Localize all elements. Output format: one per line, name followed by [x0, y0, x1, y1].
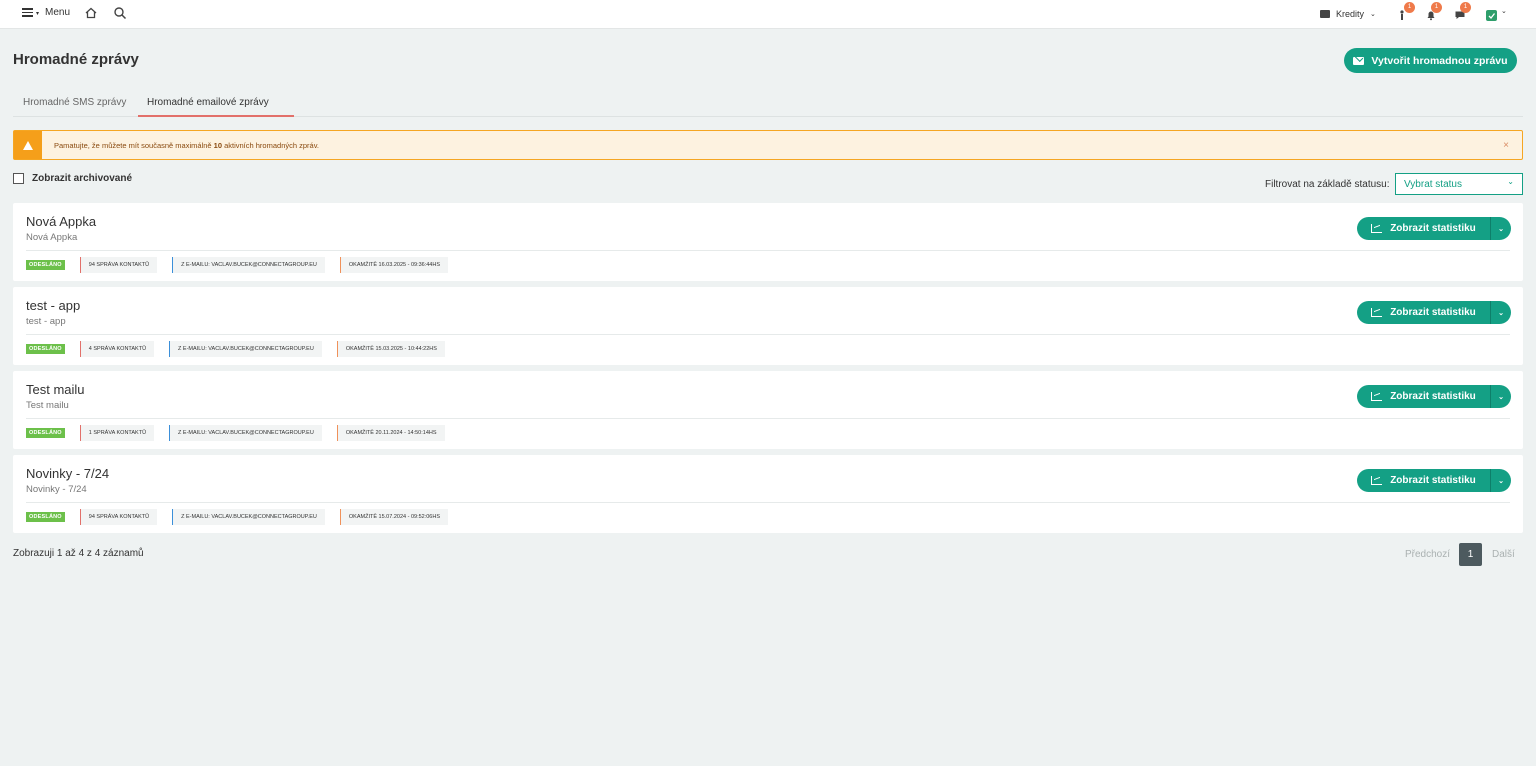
divider — [26, 250, 1510, 251]
messages-badge: 1 — [1460, 2, 1471, 13]
close-icon[interactable]: × — [1503, 140, 1509, 151]
wallet-icon — [1320, 10, 1330, 18]
message-subtitle: Test mailu — [26, 400, 69, 411]
message-card: Test mailu Test mailu ODESLÁNO 1 SPRÁVA … — [13, 371, 1523, 449]
status-filter-select[interactable]: Vybrat status ⌄ — [1395, 173, 1523, 195]
message-subtitle: Novinky - 7/24 — [26, 484, 87, 495]
contacts-chip: 1 SPRÁVA KONTAKTŮ — [79, 425, 155, 441]
message-meta: ODESLÁNO 94 SPRÁVA KONTAKTŮ Z E-MAILU: V… — [26, 257, 448, 273]
statistics-label: Zobrazit statistiku — [1390, 391, 1476, 402]
user-badge: 1 — [1404, 2, 1415, 13]
chart-icon — [1371, 308, 1383, 317]
message-subtitle: Nová Appka — [26, 232, 78, 243]
time-chip: OKAMŽITĚ 15.03.2025 - 10:44:22HS — [336, 341, 445, 357]
message-title[interactable]: Nová Appka — [26, 214, 96, 229]
alert-text: Pamatujte, že můžete mít současně maximá… — [54, 141, 319, 150]
user-button[interactable]: 1 — [1398, 2, 1415, 20]
records-info: Zobrazuji 1 až 4 z 4 záznamů — [13, 548, 144, 559]
status-badge: ODESLÁNO — [26, 260, 65, 270]
caret-icon: ▾ — [36, 11, 40, 17]
show-archived-checkbox[interactable]: Zobrazit archivované — [13, 173, 132, 184]
tab-sms[interactable]: Hromadné SMS zprávy — [23, 97, 126, 108]
chart-icon — [1371, 476, 1383, 485]
menu-label: Menu — [45, 7, 71, 18]
status-badge: ODESLÁNO — [26, 512, 65, 522]
status-filter-value: Vybrat status — [1404, 179, 1462, 190]
credits-dropdown[interactable]: Kredity ⌄ — [1320, 9, 1376, 19]
notifications-button[interactable]: 1 — [1425, 2, 1442, 21]
chart-icon — [1371, 224, 1383, 233]
show-archived-label: Zobrazit archivované — [32, 173, 133, 184]
contacts-chip: 94 SPRÁVA KONTAKTŮ — [79, 257, 158, 273]
envelope-icon — [1353, 56, 1365, 65]
tabs: Hromadné SMS zprávy Hromadné emailové zp… — [13, 90, 1523, 117]
message-subtitle: test - app — [26, 316, 66, 327]
credits-label: Kredity — [1336, 9, 1365, 19]
message-meta: ODESLÁNO 1 SPRÁVA KONTAKTŮ Z E-MAILU: VA… — [26, 425, 445, 441]
warning-icon — [14, 131, 42, 159]
statistics-label: Zobrazit statistiku — [1390, 223, 1476, 234]
avatar-icon — [1486, 10, 1497, 21]
notifications-badge: 1 — [1431, 2, 1442, 13]
top-bar: ▾ Menu Kredity ⌄ 1 1 1 ⌄ — [0, 0, 1536, 29]
chart-icon — [1371, 392, 1383, 401]
messages-button[interactable]: 1 — [1454, 2, 1471, 20]
page-1-button[interactable]: 1 — [1459, 543, 1482, 566]
profile-dropdown[interactable]: ⌄ — [1486, 8, 1510, 21]
statistics-main[interactable]: Zobrazit statistiku — [1357, 301, 1490, 324]
message-card: Nová Appka Nová Appka ODESLÁNO 94 SPRÁVA… — [13, 203, 1523, 281]
chevron-down-icon[interactable]: ⌄ — [1491, 385, 1511, 408]
status-badge: ODESLÁNO — [26, 344, 65, 354]
home-icon[interactable] — [84, 6, 98, 20]
time-chip: OKAMŽITĚ 16.03.2025 - 09:36:44HS — [339, 257, 448, 273]
message-title[interactable]: Test mailu — [26, 382, 85, 397]
sender-chip: Z E-MAILU: VACLAV.BUCEK@CONNECTAGROUP.EU — [169, 341, 322, 357]
show-statistics-button[interactable]: Zobrazit statistiku ⌄ — [1357, 385, 1511, 408]
time-chip: OKAMŽITĚ 20.11.2024 - 14:50:14HS — [336, 425, 445, 441]
status-badge: ODESLÁNO — [26, 428, 65, 438]
contacts-chip: 94 SPRÁVA KONTAKTŮ — [79, 509, 158, 525]
statistics-main[interactable]: Zobrazit statistiku — [1357, 385, 1490, 408]
chevron-down-icon: ⌄ — [1501, 8, 1507, 15]
sender-chip: Z E-MAILU: VACLAV.BUCEK@CONNECTAGROUP.EU — [169, 425, 322, 441]
chevron-down-icon: ⌄ — [1507, 177, 1514, 186]
chevron-down-icon[interactable]: ⌄ — [1491, 217, 1511, 240]
message-title[interactable]: Novinky - 7/24 — [26, 466, 109, 481]
show-statistics-button[interactable]: Zobrazit statistiku ⌄ — [1357, 301, 1511, 324]
sender-chip: Z E-MAILU: VACLAV.BUCEK@CONNECTAGROUP.EU — [172, 257, 325, 273]
message-title[interactable]: test - app — [26, 298, 80, 313]
show-statistics-button[interactable]: Zobrazit statistiku ⌄ — [1357, 217, 1511, 240]
show-statistics-button[interactable]: Zobrazit statistiku ⌄ — [1357, 469, 1511, 492]
chevron-down-icon[interactable]: ⌄ — [1491, 469, 1511, 492]
divider — [26, 418, 1510, 419]
menu-button[interactable]: ▾ Menu — [22, 7, 70, 18]
chevron-down-icon[interactable]: ⌄ — [1491, 301, 1511, 324]
statistics-main[interactable]: Zobrazit statistiku — [1357, 469, 1490, 492]
divider — [26, 334, 1510, 335]
tab-email[interactable]: Hromadné emailové zprávy — [147, 97, 269, 108]
statistics-label: Zobrazit statistiku — [1390, 307, 1476, 318]
warning-alert: Pamatujte, že můžete mít současně maximá… — [13, 130, 1523, 160]
contacts-chip: 4 SPRÁVA KONTAKTŮ — [79, 341, 155, 357]
search-icon[interactable] — [113, 6, 127, 20]
sender-chip: Z E-MAILU: VACLAV.BUCEK@CONNECTAGROUP.EU — [172, 509, 325, 525]
message-card: test - app test - app ODESLÁNO 4 SPRÁVA … — [13, 287, 1523, 365]
divider — [26, 502, 1510, 503]
time-chip: OKAMŽITĚ 15.07.2024 - 09:52:06HS — [339, 509, 448, 525]
active-tab-indicator — [138, 115, 294, 117]
create-bulk-message-button[interactable]: Vytvořit hromadnou zprávu — [1344, 48, 1517, 73]
statistics-main[interactable]: Zobrazit statistiku — [1357, 217, 1490, 240]
status-filter-label: Filtrovat na základě statusu: — [1265, 179, 1390, 190]
hamburger-icon — [22, 8, 33, 17]
message-card: Novinky - 7/24 Novinky - 7/24 ODESLÁNO 9… — [13, 455, 1523, 533]
chevron-down-icon: ⌄ — [1370, 11, 1376, 18]
message-meta: ODESLÁNO 94 SPRÁVA KONTAKTŮ Z E-MAILU: V… — [26, 509, 448, 525]
message-meta: ODESLÁNO 4 SPRÁVA KONTAKTŮ Z E-MAILU: VA… — [26, 341, 445, 357]
checkbox[interactable] — [13, 173, 24, 184]
statistics-label: Zobrazit statistiku — [1390, 475, 1476, 486]
page-title: Hromadné zprávy — [13, 51, 139, 68]
next-page-button[interactable]: Další — [1492, 549, 1515, 560]
previous-page-button[interactable]: Předchozí — [1405, 549, 1450, 560]
create-button-label: Vytvořit hromadnou zprávu — [1371, 54, 1508, 67]
